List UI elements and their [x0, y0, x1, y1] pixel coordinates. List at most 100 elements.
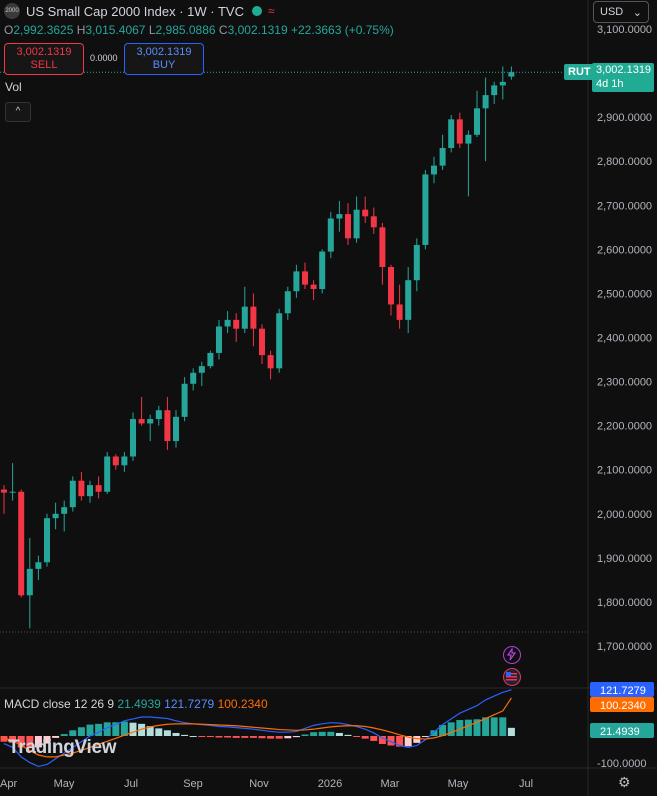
candle-body — [181, 383, 188, 417]
wave-icon: ≈ — [267, 4, 275, 18]
price-tick-label: 2,100.0000 — [597, 465, 652, 477]
buy-button[interactable]: 3,002.1319 BUY — [124, 43, 204, 75]
macd-histogram-bar — [163, 730, 171, 736]
macd-legend: MACD close 12 26 9 21.4939 121.7279 100.… — [4, 697, 268, 711]
time-tick-label: Nov — [249, 778, 269, 790]
candle-body — [362, 209, 369, 217]
candle-body — [439, 147, 446, 166]
candle-body — [130, 419, 136, 457]
currency-label: USD — [600, 6, 624, 18]
macd-histogram-bar — [181, 734, 189, 736]
candle-body — [87, 485, 93, 497]
macd-histogram-bar — [413, 736, 421, 743]
candle-body — [431, 165, 437, 175]
macd-histogram-bar — [232, 736, 240, 738]
high-value: 3,015.4067 — [85, 23, 146, 37]
lightning-icon[interactable] — [503, 646, 521, 664]
macd-histogram-bar — [198, 736, 206, 737]
gear-icon[interactable]: ⚙ — [618, 774, 631, 791]
macd-histogram-bar — [361, 736, 369, 739]
price-chart[interactable]: 3,100.00003,000.00002,900.00002,800.0000… — [0, 0, 657, 796]
candle-body — [44, 518, 50, 563]
price-tick-label: 2,200.0000 — [597, 421, 652, 433]
candle-body — [448, 119, 455, 148]
currency-select[interactable]: USD ⌄ — [593, 1, 649, 23]
macd-histogram-bar — [215, 736, 223, 738]
sell-button[interactable]: 3,002.1319 SELL — [4, 43, 84, 75]
time-tick-label: Apr — [0, 778, 17, 790]
macd-histogram-bar — [335, 732, 343, 736]
us-flag-icon[interactable] — [503, 668, 521, 686]
macd-histogram-bar — [353, 736, 361, 737]
candle-body — [52, 513, 59, 519]
macd-histogram-bar — [77, 727, 85, 736]
candle-body — [138, 419, 145, 424]
market-status-icon — [251, 6, 262, 16]
macd-tick-label: -100.0000 — [597, 758, 647, 770]
macd-hist-value: 21.4939 — [117, 697, 161, 711]
spread-value: 0.0000 — [90, 53, 118, 63]
macd-histogram-bar — [224, 736, 232, 738]
candle-body — [121, 456, 128, 466]
candle-body — [147, 419, 154, 424]
time-tick-label: Jul — [519, 778, 533, 790]
candle-body — [482, 95, 489, 109]
time-tick-label: May — [448, 778, 469, 790]
price-tick-label: 2,400.0000 — [597, 333, 652, 345]
price-tick-label: 1,700.0000 — [597, 641, 652, 653]
price-tick-label: 2,600.0000 — [597, 244, 652, 256]
candle-body — [336, 214, 343, 219]
candle-body — [155, 410, 162, 420]
macd-histogram-bar — [69, 730, 77, 736]
candle-body — [499, 81, 506, 86]
macd-histogram-bar — [301, 734, 309, 736]
price-tick-label: 1,900.0000 — [597, 553, 652, 565]
collapse-chevron-icon[interactable]: ^ — [5, 102, 31, 122]
candle-body — [95, 485, 102, 492]
close-value: 3,002.1319 — [227, 23, 288, 37]
macd-axis-badge: 121.7279 — [600, 685, 646, 697]
candle-body — [422, 174, 429, 245]
price-tick-label: 2,800.0000 — [597, 156, 652, 168]
price-tick-label: 2,700.0000 — [597, 200, 652, 212]
macd-histogram-bar — [267, 736, 275, 739]
candle-body — [491, 85, 498, 96]
time-tick-label: Mar — [381, 778, 400, 790]
time-tick-label: May — [54, 778, 75, 790]
macd-histogram-bar — [378, 736, 386, 744]
price-tick-label: 2,500.0000 — [597, 288, 652, 300]
bar-countdown: 4d 1h — [596, 78, 624, 90]
macd-histogram-bar — [129, 722, 137, 736]
candle-body — [345, 214, 351, 239]
sell-price: 3,002.1319 — [16, 46, 72, 58]
price-tick-label: 2,900.0000 — [597, 112, 652, 124]
buy-price: 3,002.1319 — [136, 46, 192, 58]
ohlc-legend: O2,992.3625 H3,015.4067 L2,985.0886 C3,0… — [4, 23, 394, 37]
candle-body — [18, 491, 25, 596]
low-value: 2,985.0886 — [155, 23, 216, 37]
candle-body — [9, 491, 16, 493]
volume-label: Vol — [5, 80, 22, 94]
price-tick-label: 1,800.0000 — [597, 597, 652, 609]
candle-body — [319, 251, 326, 290]
hist-axis-badge: 21.4939 — [600, 726, 640, 738]
macd-histogram-bar — [206, 736, 214, 737]
tradingview-logo[interactable]: TradingView — [8, 737, 117, 759]
candle-body — [267, 355, 274, 369]
price-tick-label: 2,000.0000 — [597, 509, 652, 521]
macd-histogram-bar — [507, 727, 515, 736]
candle-body — [207, 352, 214, 367]
candle-body — [241, 306, 248, 329]
macd-value: 121.7279 — [164, 697, 215, 711]
symbol-badge: RUT — [564, 64, 595, 80]
macd-histogram-bar — [249, 736, 257, 738]
candle-body — [78, 480, 85, 497]
macd-histogram-bar — [310, 732, 318, 736]
candle-body — [396, 304, 403, 320]
candle-body — [474, 108, 480, 135]
candle-body — [370, 216, 377, 228]
candle-body — [405, 280, 412, 320]
macd-histogram-bar — [490, 717, 498, 736]
macd-histogram-bar — [95, 723, 103, 736]
symbol-title[interactable]: US Small Cap 2000 Index · 1W · TVC — [26, 4, 244, 19]
